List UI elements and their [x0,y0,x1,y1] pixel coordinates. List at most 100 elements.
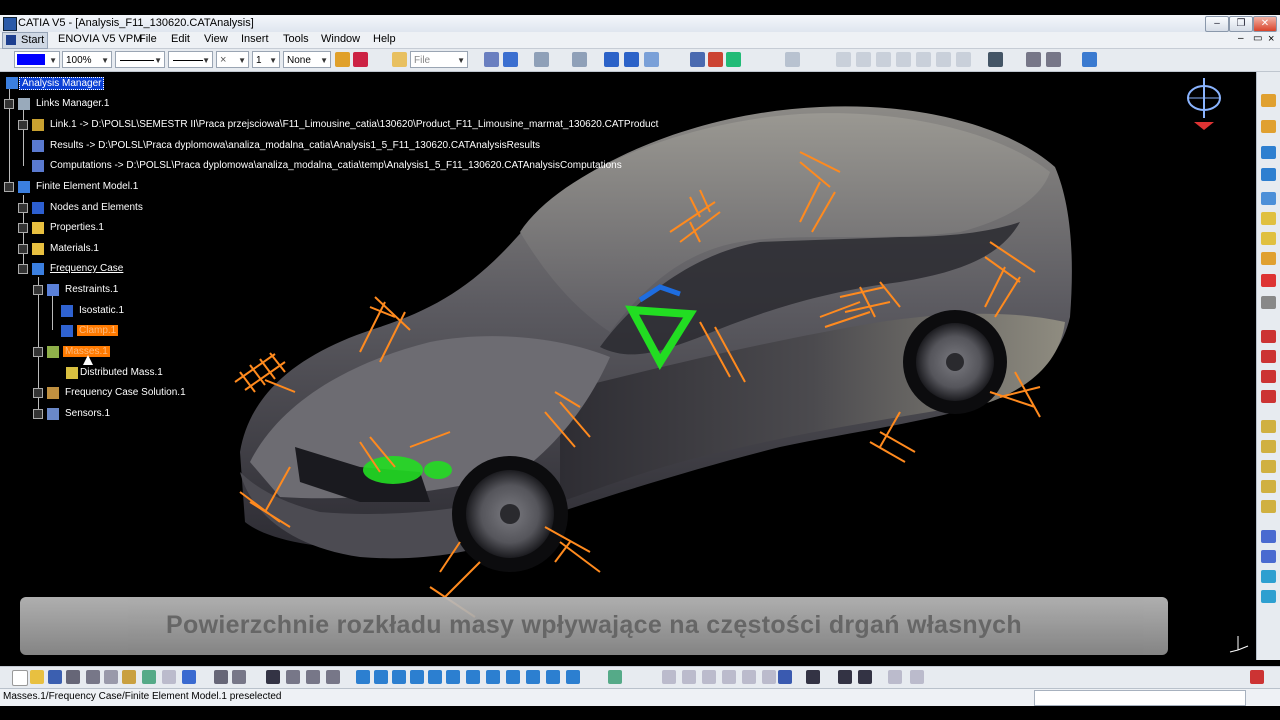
tool-icon[interactable] [1261,120,1276,133]
menu-enovia[interactable]: ENOVIA V5 VPM [58,33,142,45]
analysis-tool-icon[interactable] [608,670,622,684]
sphere-icon[interactable] [1261,296,1276,309]
doc-close-button[interactable]: × [1268,33,1274,45]
grid-icon[interactable] [266,670,280,684]
tree-node-materials[interactable]: Materials.1 [18,243,101,255]
copy-icon[interactable] [104,670,118,684]
pan-icon[interactable] [392,670,406,684]
tree-node-properties[interactable]: Properties.1 [18,222,106,234]
tool-icon[interactable] [326,670,340,684]
mass-icon[interactable] [1261,440,1276,453]
tree-node-results[interactable]: Results -> D:\POLSL\Praca dyplomowa\anal… [32,140,542,152]
transparency-combo[interactable]: 100% ▼ [62,51,112,68]
load-icon[interactable] [1261,390,1276,403]
expander-icon[interactable] [4,182,14,192]
redo-icon[interactable] [162,670,176,684]
close-button[interactable]: ✕ [1253,16,1277,32]
tree-node-restraints[interactable]: Restraints.1 [33,284,120,296]
tree-node-link[interactable]: Link.1 -> D:\POLSL\SEMESTR II\Praca prze… [18,119,660,131]
color-combo[interactable]: ▼ [14,51,60,68]
restraint-icon[interactable] [604,52,619,67]
connection-icon[interactable] [1261,530,1276,543]
workbench-icon[interactable] [1082,52,1097,67]
whats-this-icon[interactable] [182,670,196,684]
normal-view-icon[interactable] [466,670,480,684]
line-type-combo[interactable]: ▼ [168,51,213,68]
sensor-icon[interactable] [856,52,871,67]
tree-node-fem[interactable]: Finite Element Model.1 [4,181,140,193]
tree-node-distributed-mass[interactable]: Distributed Mass.1 [66,367,165,379]
expander-icon[interactable] [33,388,43,398]
expander-icon[interactable] [18,223,28,233]
sensor-icon[interactable] [896,52,911,67]
tree-node-solution[interactable]: Frequency Case Solution.1 [33,387,188,399]
material-icon[interactable] [1261,252,1276,265]
load-icon[interactable] [1261,350,1276,363]
format-painter-icon[interactable] [353,52,368,67]
rotate-icon[interactable] [410,670,424,684]
sensor-icon[interactable] [1261,570,1276,583]
compass-widget[interactable] [1180,74,1230,134]
mass-icon[interactable] [644,52,659,67]
linetype-number-combo[interactable]: 1 ▼ [252,51,280,68]
fit-all-icon[interactable] [374,670,388,684]
file-filter-combo[interactable]: File ▼ [410,51,468,68]
tree-node-analysis-manager[interactable]: Analysis Manager [6,77,105,90]
tree-node-clamp[interactable]: Clamp.1 [61,325,119,337]
tool-icon[interactable] [838,670,852,684]
connection-icon[interactable] [1261,550,1276,563]
mass-icon[interactable] [1261,420,1276,433]
mesh-icon[interactable] [1261,168,1276,181]
measure-icon[interactable] [785,52,800,67]
hide-show-icon[interactable] [526,670,540,684]
line-thickness-combo[interactable]: ▼ [115,51,165,68]
report-icon[interactable] [534,52,549,67]
tree-node-masses[interactable]: Masses.1 [33,346,110,358]
mass-icon[interactable] [1261,460,1276,473]
compute-icon[interactable] [690,52,705,67]
comment-icon[interactable] [232,670,246,684]
cut-icon[interactable] [86,670,100,684]
menu-edit[interactable]: Edit [171,33,190,45]
expander-icon[interactable] [4,99,14,109]
mesh-icon[interactable] [503,52,518,67]
expander-icon[interactable] [33,285,43,295]
tool-icon[interactable] [1026,52,1041,67]
expander-icon[interactable] [33,409,43,419]
tree-node-links-manager[interactable]: Links Manager.1 [4,98,111,110]
load-icon[interactable] [1261,330,1276,343]
render-icon[interactable] [506,670,520,684]
zoom-in-icon[interactable] [428,670,442,684]
tool-icon[interactable] [1046,52,1061,67]
doc-restore-button[interactable]: ▭ [1253,33,1262,44]
load-icon[interactable] [624,52,639,67]
sensor-icon[interactable] [876,52,891,67]
print-icon[interactable] [66,670,80,684]
save-icon[interactable] [48,670,62,684]
solid-icon[interactable] [1261,192,1276,205]
expander-icon[interactable] [33,347,43,357]
property-icon[interactable] [1261,212,1276,225]
image-icon[interactable] [726,52,741,67]
restraint-icon[interactable] [1261,274,1276,287]
layer-combo[interactable]: None ▼ [283,51,331,68]
menu-file[interactable]: File [139,33,157,45]
doc-minimize-button[interactable]: – [1238,33,1244,44]
shading-icon[interactable] [566,670,580,684]
menu-tools[interactable]: Tools [283,33,309,45]
sensor-icon[interactable] [1261,590,1276,603]
views-icon[interactable] [486,670,500,684]
restore-button[interactable]: ❐ [1229,16,1253,32]
tool-icon[interactable] [306,670,320,684]
zoom-out-icon[interactable] [446,670,460,684]
sensor-icon[interactable] [936,52,951,67]
menu-window[interactable]: Window [321,33,360,45]
display-icon[interactable] [778,670,792,684]
command-input[interactable] [1034,690,1246,706]
expander-icon[interactable] [18,203,28,213]
property-icon[interactable] [1261,232,1276,245]
open-file-icon[interactable] [30,670,44,684]
grid-icon[interactable] [988,52,1003,67]
sensor-icon[interactable] [916,52,931,67]
menu-insert[interactable]: Insert [241,33,269,45]
